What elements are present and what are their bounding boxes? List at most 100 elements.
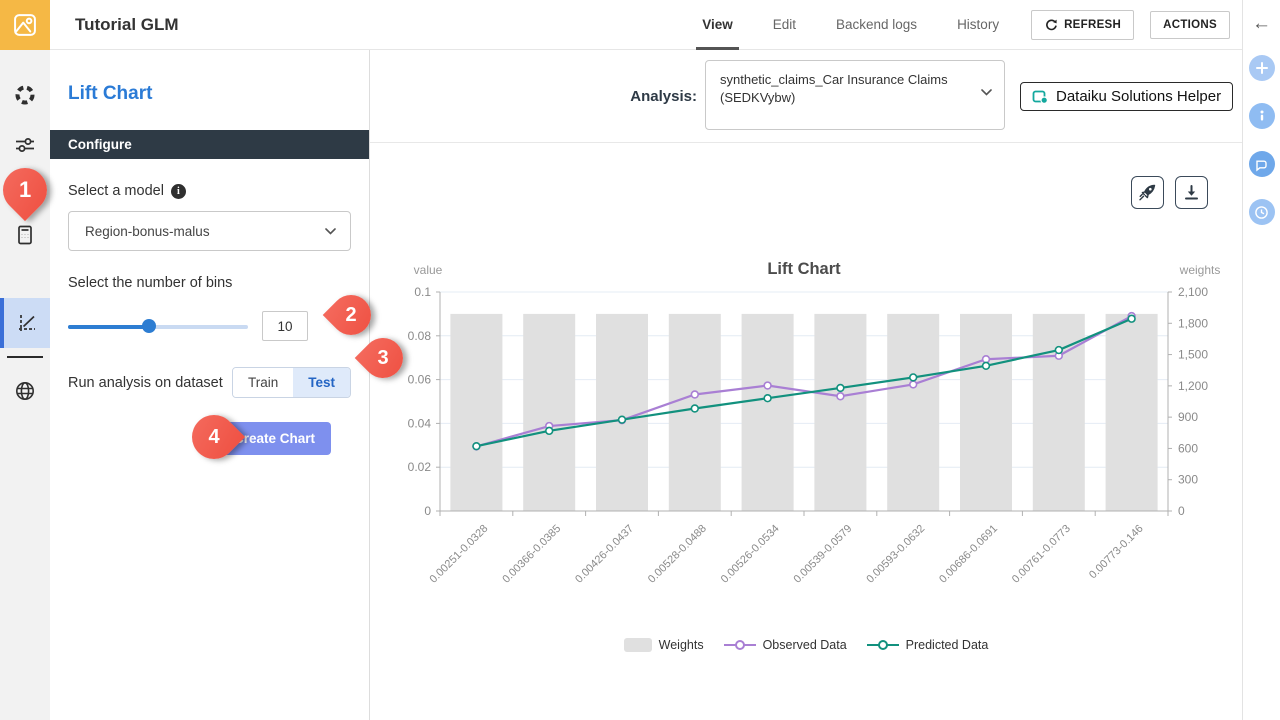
x-category-label: 0.00426-0.0437 [573,523,636,586]
bins-slider[interactable] [68,319,248,333]
weights-bar [523,314,575,511]
right-tick-label: 1,200 [1178,379,1208,393]
x-category-label: 0.00773-0.146 [1087,523,1146,582]
rocket-icon [1138,183,1157,202]
weights-bar [450,314,502,511]
refresh-button[interactable]: REFRESH [1031,10,1134,40]
left-tick-label: 0.02 [408,460,432,474]
train-toggle-button[interactable]: Train [233,368,293,397]
slider-handle[interactable] [142,319,156,333]
model-label-text: Select a model [68,183,164,199]
tab-view[interactable]: View [686,0,749,50]
helper-button-label: Dataiku Solutions Helper [1056,88,1221,105]
weights-bar [887,314,939,511]
right-tick-label: 1,800 [1178,316,1208,330]
right-axis-title: weights [1179,263,1221,277]
actions-label: ACTIONS [1163,19,1217,31]
tab-backend-logs[interactable]: Backend logs [820,0,933,50]
x-category-label: 0.00528-0.0488 [646,523,709,586]
weights-bar [742,314,794,511]
predicted-data-point [546,427,553,434]
right-tick-label: 300 [1178,473,1198,487]
x-category-label: 0.00251-0.0328 [428,523,491,586]
weights-bar [1106,314,1158,511]
weights-bar [1033,314,1085,511]
sidebar-item-lift-chart[interactable] [0,298,50,348]
right-tick-label: 600 [1178,441,1198,455]
download-button[interactable] [1175,176,1208,209]
dataset-label: Run analysis on dataset [68,375,223,391]
info-icon [1255,109,1269,123]
right-sidebar: ← [1242,0,1280,720]
page-title: Tutorial GLM [75,15,179,35]
chevron-down-icon [325,228,336,235]
legend-item-observed: Observed Data [724,638,847,652]
plus-icon [1255,61,1269,75]
right-tick-label: 0 [1178,504,1185,518]
dataiku-helper-icon [1032,89,1049,105]
predicted-data-point [473,443,480,450]
bins-input[interactable] [262,311,308,341]
x-category-label: 0.00761-0.0773 [1010,523,1073,586]
observed-data-point [837,393,844,400]
predicted-data-point [983,362,990,369]
refresh-label: REFRESH [1064,19,1121,31]
dataiku-solutions-helper-button[interactable]: Dataiku Solutions Helper [1020,82,1233,111]
sidebar-divider [7,356,43,358]
axes-chart-icon [15,311,39,335]
observed-data-point [691,391,698,398]
history-clock-icon [1254,205,1269,220]
x-category-label: 0.00686-0.0691 [937,523,1000,586]
sliders-icon [13,133,37,157]
add-button[interactable] [1249,55,1275,81]
predicted-data-point [619,416,626,423]
left-tick-label: 0.08 [408,329,432,343]
tab-history[interactable]: History [941,0,1015,50]
chat-button[interactable] [1249,151,1275,177]
configure-section-header: Configure [50,130,369,159]
observed-data-point [764,382,771,389]
analysis-select[interactable]: synthetic_claims_Car Insurance Claims (S… [705,60,1005,130]
analysis-select-value: synthetic_claims_Car Insurance Claims (S… [720,72,948,105]
right-tick-label: 1,500 [1178,348,1208,362]
sidebar-item-loader[interactable] [0,70,50,120]
main-content: Analysis: synthetic_claims_Car Insurance… [370,50,1242,720]
dataset-toggle: Train Test [232,367,351,398]
weights-swatch [624,638,652,652]
predicted-data-point [1128,315,1135,322]
x-category-label: 0.00526-0.0534 [719,523,782,586]
predicted-data-point [691,405,698,412]
left-axis-title: value [414,263,443,277]
calculator-icon [13,223,37,247]
back-arrow-icon[interactable]: ← [1252,14,1271,33]
observed-data-point [910,381,917,388]
predicted-data-point [764,395,771,402]
model-field-label: Select a model i [68,183,351,199]
left-tick-label: 0.1 [414,285,431,299]
model-select-value: Region-bonus-malus [85,224,210,239]
info-button[interactable] [1249,103,1275,129]
model-select[interactable]: Region-bonus-malus [68,211,351,251]
download-icon [1183,184,1200,201]
actions-button[interactable]: ACTIONS [1150,11,1230,39]
left-tick-label: 0.04 [408,416,432,430]
legend-item-predicted: Predicted Data [867,638,989,652]
sidebar-item-globe[interactable] [0,366,50,416]
x-category-label: 0.00366-0.0385 [500,523,563,586]
weights-bar [960,314,1012,511]
boost-button[interactable] [1131,176,1164,209]
chat-icon [1254,157,1269,172]
history-button[interactable] [1249,199,1275,225]
tab-edit[interactable]: Edit [757,0,812,50]
predicted-data-point [1055,347,1062,354]
predicted-line-swatch [867,639,899,651]
panel-title: Lift Chart [68,83,369,105]
legend-item-weights: Weights [624,638,704,652]
analysis-label: Analysis: [630,88,697,105]
model-info-icon[interactable]: i [171,184,186,199]
test-toggle-button[interactable]: Test [293,368,350,397]
lift-chart: 00.020.040.060.080.103006009001,2001,500… [370,252,1242,601]
slider-fill [68,325,149,329]
sidebar-item-settings[interactable] [0,120,50,170]
refresh-icon [1044,18,1058,32]
